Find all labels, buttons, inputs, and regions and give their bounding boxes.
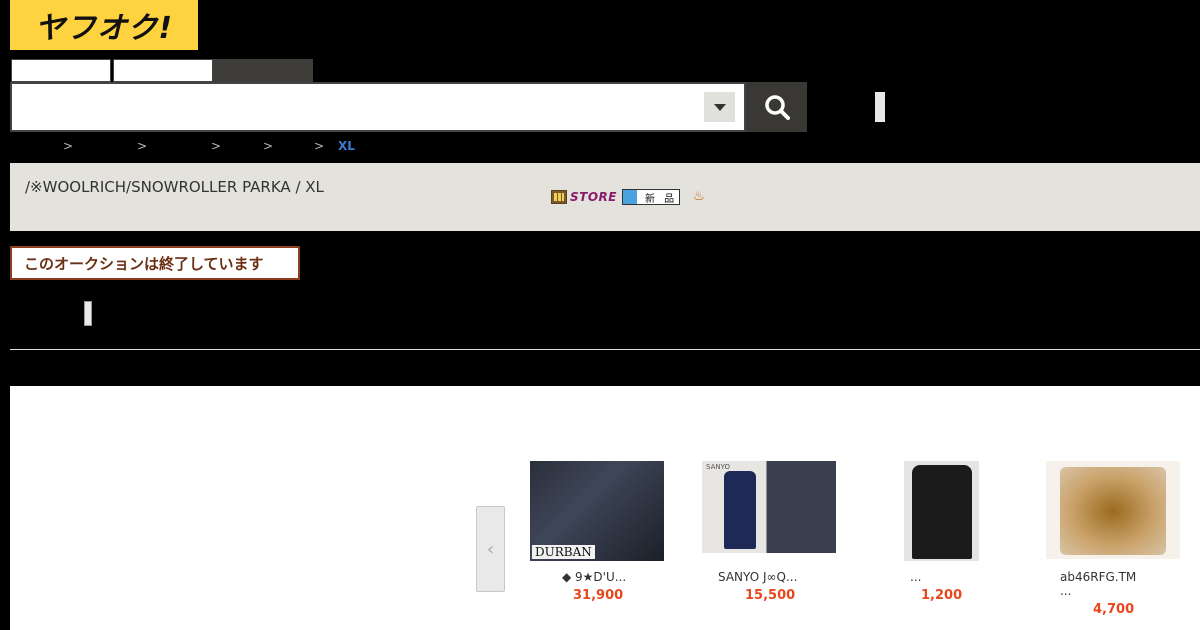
product-brand-mark: DURBAN [532,545,595,559]
search-tab-2[interactable] [113,59,213,82]
product-title[interactable]: ◆ 9★D'U... [562,570,626,584]
search-icon [764,95,790,120]
category-dropdown-button[interactable] [704,92,735,122]
gift-icon: ♨ [693,188,705,204]
search-tab-1[interactable] [11,59,111,82]
product-title[interactable]: ... [910,570,921,584]
product-thumbnail[interactable] [904,461,979,561]
store-badge-label: STORE [570,190,617,204]
info-link-placeholder[interactable] [84,301,92,326]
new-badge: 新 品 [622,189,680,205]
coat-image [912,465,972,559]
product-thumbnail[interactable]: DURBAN [530,461,664,561]
product-price: 31,900 [573,588,624,603]
product-title[interactable]: SANYO J∞Q... [718,570,797,584]
search-box [10,82,746,132]
product-title[interactable]: ab46RFG.TM ... [1060,570,1136,598]
product-price: 15,500 [745,588,796,603]
search-tab-3[interactable] [213,59,313,82]
product-price: 4,700 [1093,602,1135,617]
breadcrumb-separator: > [137,139,148,153]
new-badge-label: 新 品 [645,193,678,205]
breadcrumb-separator: > [314,139,325,153]
carousel-prev-button[interactable]: ‹ [476,506,505,592]
logo-text: ヤフオク! [34,11,174,46]
dropdown-arrow-icon [713,103,726,111]
yahoo-auction-logo[interactable]: ヤフオク! [10,0,198,50]
auction-ended-notice: このオークションは終了しています [10,246,300,280]
breadcrumb-separator: > [63,139,74,153]
chevron-left-icon: ‹ [486,538,495,560]
store-icon [551,190,567,204]
breadcrumb-separator: > [263,139,274,153]
divider [10,349,1200,350]
search-button[interactable] [746,82,807,132]
product-price: 1,200 [921,588,963,603]
product-brand-mark: SANYO [706,463,731,471]
store-badge: STORE [551,189,617,205]
page-title: /※WOOLRICH/SNOWROLLER PARKA / XL [25,178,324,196]
product-thumbnail[interactable] [1046,461,1180,559]
jacket-image [1060,467,1166,555]
breadcrumb-separator: > [211,139,222,153]
coat-image [724,471,756,549]
new-icon [623,190,637,204]
header-link-placeholder[interactable] [875,92,885,122]
product-thumbnail[interactable]: SANYO [702,461,836,553]
search-input[interactable] [18,90,702,126]
breadcrumb-current[interactable]: XL [338,139,355,153]
